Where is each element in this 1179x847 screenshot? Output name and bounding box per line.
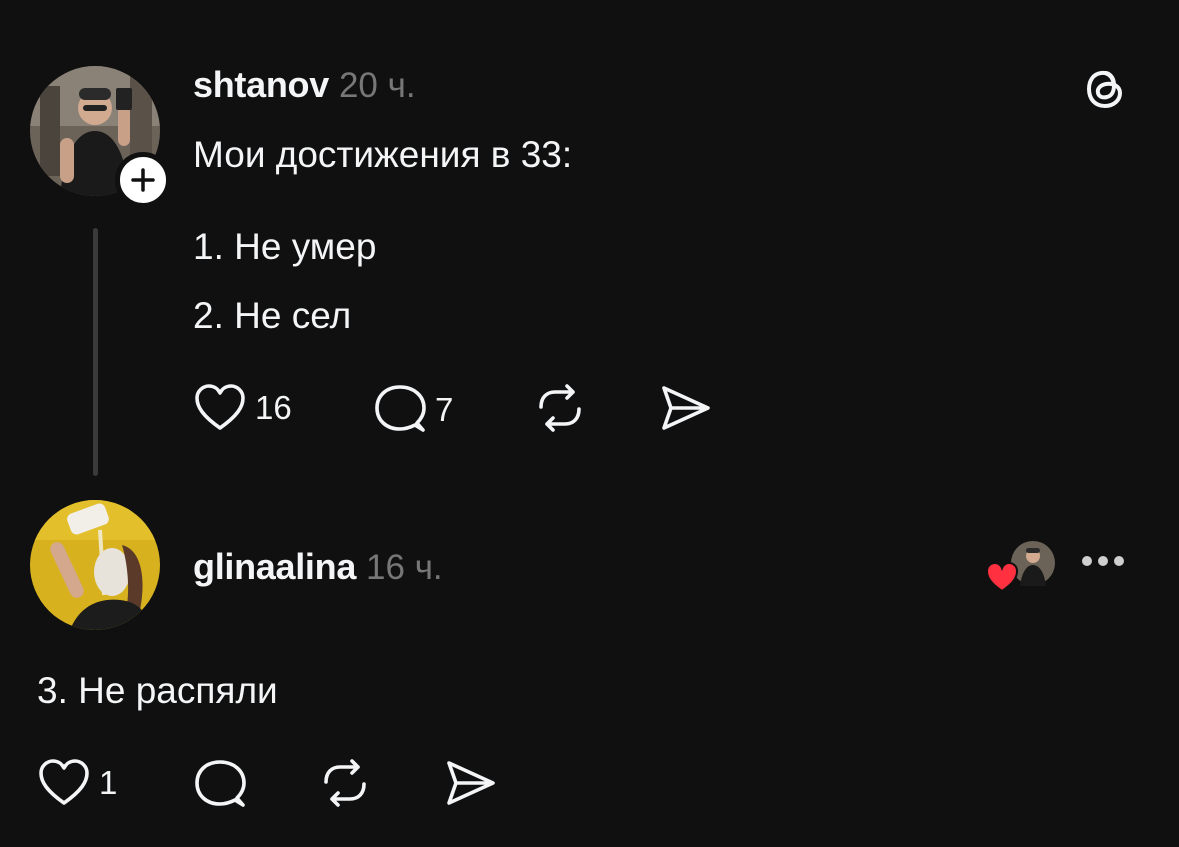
reply-share-button[interactable]	[443, 758, 497, 808]
post-text-line-1: Мои достижения в 33:	[193, 134, 573, 175]
reply-like-button[interactable]: 1	[37, 758, 117, 808]
like-button[interactable]: 16	[193, 383, 292, 433]
comment-count: 7	[435, 391, 454, 428]
comment-button[interactable]: 7	[373, 383, 453, 437]
comment-bubble-icon	[373, 383, 427, 437]
post-text-line-3: 2. Не сел	[193, 295, 352, 336]
reply-time: 16 ч.	[366, 548, 443, 587]
threads-logo-icon[interactable]	[1080, 64, 1130, 114]
follow-button[interactable]	[115, 152, 171, 208]
send-icon	[447, 761, 495, 805]
reply-text: 3. Не распяли	[37, 670, 278, 711]
reply-like-count: 1	[99, 764, 118, 801]
thread-connector-line	[93, 228, 98, 476]
reply-username[interactable]: glinaalina	[193, 546, 356, 588]
repost-button[interactable]	[533, 383, 587, 433]
share-button[interactable]	[658, 383, 712, 433]
post-text-line-2: 1. Не умер	[193, 226, 377, 267]
repost-icon	[324, 759, 366, 807]
author-username[interactable]: shtanov	[193, 64, 329, 106]
reply-header: glinaalina 16 ч.	[193, 546, 443, 588]
like-count: 16	[255, 389, 292, 426]
send-icon	[662, 386, 710, 430]
heart-icon	[193, 383, 247, 433]
reply-comment-button[interactable]	[193, 758, 247, 812]
more-options-icon[interactable]	[1082, 556, 1124, 566]
reply-author-avatar[interactable]	[30, 500, 160, 630]
post-time: 20 ч.	[338, 66, 416, 105]
reply-repost-button[interactable]	[318, 758, 372, 808]
heart-icon	[985, 561, 1019, 598]
heart-outline-icon	[37, 758, 91, 808]
comment-bubble-icon	[195, 760, 246, 807]
repost-icon	[539, 384, 581, 432]
post-header: shtanov 20 ч.	[193, 64, 416, 106]
plus-icon	[131, 168, 155, 192]
